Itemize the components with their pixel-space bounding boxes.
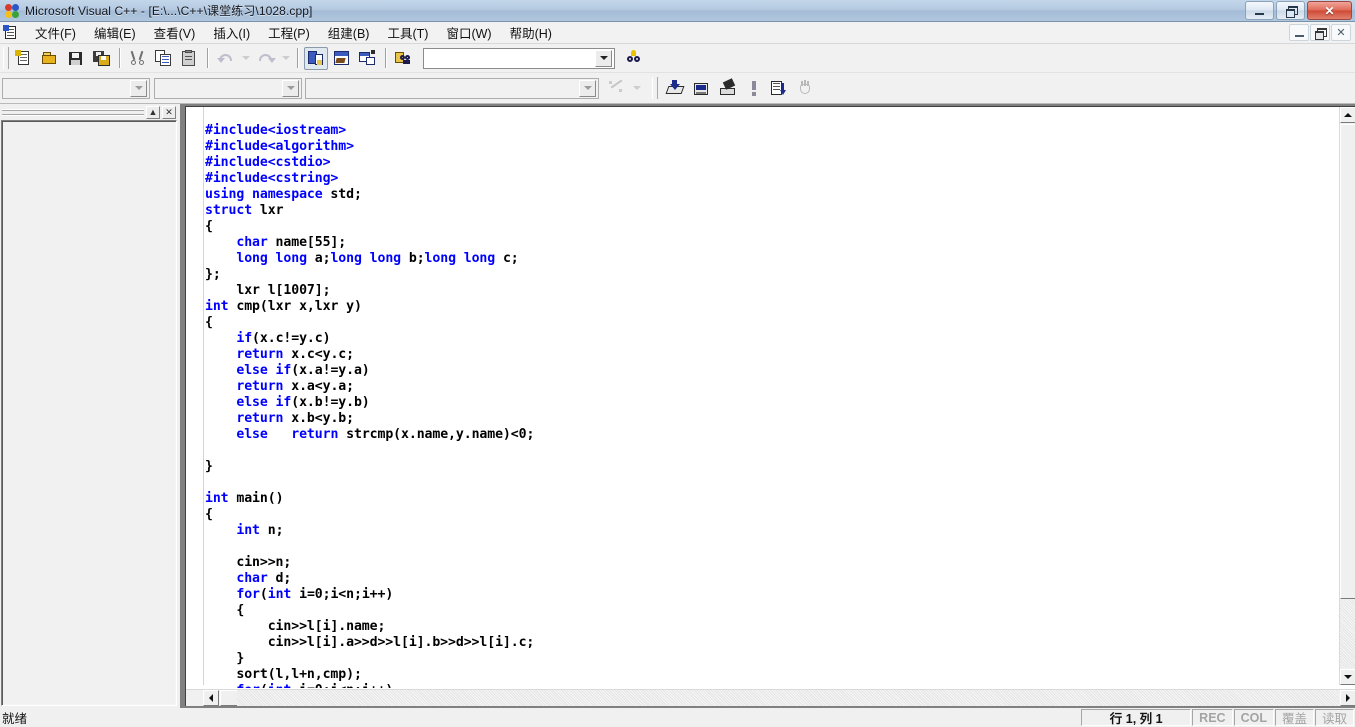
chevron-down-icon[interactable]	[282, 79, 299, 97]
window-list-icon[interactable]	[356, 47, 380, 70]
window-controls: ✕	[1245, 1, 1352, 20]
close-icon: ✕	[1336, 27, 1346, 39]
status-overwrite: 覆盖	[1274, 709, 1314, 726]
restore-button[interactable]	[1276, 1, 1305, 20]
wizard-wand-icon[interactable]	[605, 77, 629, 100]
chevron-down-icon	[1344, 675, 1352, 679]
scroll-up-button[interactable]	[1340, 107, 1355, 123]
code-content[interactable]: #include<iostream> #include<algorithm> #…	[205, 123, 1338, 688]
close-button[interactable]: ✕	[1307, 1, 1352, 20]
status-col: COL	[1233, 709, 1274, 726]
insert-breakpoint-icon[interactable]	[794, 77, 818, 100]
chevron-left-icon	[209, 694, 213, 702]
editor-horizontal-scrollbar[interactable]	[186, 689, 1355, 706]
auto-hide-pin-icon[interactable]: ▲	[146, 105, 160, 119]
search-help-icon[interactable]	[623, 47, 647, 70]
dock-gripper-icon[interactable]: ▲ ✕	[0, 104, 178, 120]
output-window-icon[interactable]	[330, 47, 354, 70]
workspace-icon[interactable]	[304, 46, 328, 70]
compile-icon[interactable]	[664, 77, 688, 100]
menu-edit[interactable]: 编辑(E)	[85, 21, 145, 45]
document-icon	[3, 24, 19, 41]
find-combo[interactable]	[423, 47, 615, 69]
copy-icon[interactable]	[152, 47, 176, 70]
menu-tools[interactable]: 工具(T)	[378, 21, 437, 45]
scroll-left-button[interactable]	[203, 690, 219, 706]
scroll-down-button[interactable]	[1340, 669, 1355, 685]
redo-dropdown-icon[interactable]	[280, 47, 292, 70]
selection-margin[interactable]	[186, 107, 204, 685]
chevron-up-icon	[1344, 113, 1352, 117]
window-title: Microsoft Visual C++ - [E:\...\C++\课堂练习\…	[25, 4, 313, 18]
menu-insert[interactable]: 插入(I)	[204, 21, 259, 45]
save-icon[interactable]	[64, 47, 88, 70]
mdi-restore-button[interactable]	[1310, 24, 1330, 41]
mdi-child-controls: ✕	[1289, 24, 1351, 41]
menu-build[interactable]: 组建(B)	[319, 21, 379, 45]
menu-help[interactable]: 帮助(H)	[501, 21, 561, 45]
status-bar: 就绪 行 1, 列 1 REC COL 覆盖 读取	[0, 708, 1355, 727]
source-editor[interactable]: #include<iostream> #include<algorithm> #…	[185, 106, 1355, 706]
workspace-pane: ▲ ✕	[0, 104, 178, 708]
status-rec: REC	[1192, 709, 1233, 726]
mdi-close-button[interactable]: ✕	[1331, 24, 1351, 41]
execute-program-icon[interactable]	[742, 77, 766, 100]
chevron-down-icon[interactable]	[130, 79, 147, 97]
open-icon[interactable]	[38, 47, 62, 70]
new-text-file-icon[interactable]	[12, 47, 36, 70]
minimize-button[interactable]	[1245, 1, 1274, 20]
find-in-files-icon[interactable]	[392, 47, 416, 70]
status-message: 就绪	[2, 712, 28, 726]
workspace-tree-container[interactable]	[1, 120, 177, 706]
status-readonly: 读取	[1314, 709, 1354, 726]
build-icon[interactable]	[690, 77, 714, 100]
mdi-client-area: #include<iostream> #include<algorithm> #…	[180, 104, 1355, 708]
chevron-down-icon[interactable]	[595, 49, 612, 67]
code-text-area[interactable]: #include<iostream> #include<algorithm> #…	[205, 110, 1338, 688]
mdi-minimize-button[interactable]	[1289, 24, 1309, 41]
wizardbar-filter-combo[interactable]	[154, 77, 302, 99]
menu-project[interactable]: 工程(P)	[259, 21, 319, 45]
undo-icon[interactable]	[214, 47, 238, 70]
vcpp-logo-icon	[4, 3, 20, 19]
menu-view[interactable]: 查看(V)	[145, 21, 205, 45]
go-icon[interactable]	[768, 77, 792, 100]
status-line-col: 行 1, 列 1	[1081, 709, 1192, 726]
save-all-icon[interactable]	[90, 47, 114, 70]
workspace-tree[interactable]	[3, 122, 175, 704]
undo-dropdown-icon[interactable]	[240, 47, 252, 70]
wizard-dropdown-icon[interactable]	[631, 77, 643, 100]
menu-window[interactable]: 窗口(W)	[437, 21, 500, 45]
editor-vertical-scrollbar[interactable]	[1339, 107, 1355, 685]
redo-icon[interactable]	[254, 47, 278, 70]
horizontal-scroll-track[interactable]	[237, 690, 1339, 706]
menu-bar: 文件(F) 编辑(E) 查看(V) 插入(I) 工程(P) 组建(B) 工具(T…	[0, 22, 1355, 44]
wizardbar-member-combo[interactable]	[305, 77, 599, 99]
close-icon[interactable]: ✕	[162, 105, 176, 119]
close-icon: ✕	[1324, 3, 1335, 18]
cut-icon[interactable]	[126, 47, 150, 70]
title-bar: Microsoft Visual C++ - [E:\...\C++\课堂练习\…	[0, 0, 1355, 22]
vertical-scroll-track[interactable]	[1340, 600, 1355, 668]
wizardbar-class-combo[interactable]	[2, 77, 150, 99]
visual-cpp-window: Microsoft Visual C++ - [E:\...\C++\课堂练习\…	[0, 0, 1355, 727]
toolbar-gripper[interactable]	[3, 47, 9, 69]
chevron-down-icon[interactable]	[579, 79, 596, 97]
menu-file[interactable]: 文件(F)	[26, 21, 85, 45]
paste-icon[interactable]	[178, 47, 202, 70]
wizardbar-toolbar	[0, 73, 1355, 104]
scroll-right-button[interactable]	[1340, 690, 1355, 706]
chevron-right-icon	[1346, 694, 1350, 702]
stop-build-icon[interactable]	[716, 77, 740, 100]
standard-toolbar	[0, 44, 1355, 73]
vertical-scroll-thumb[interactable]	[1340, 124, 1355, 599]
